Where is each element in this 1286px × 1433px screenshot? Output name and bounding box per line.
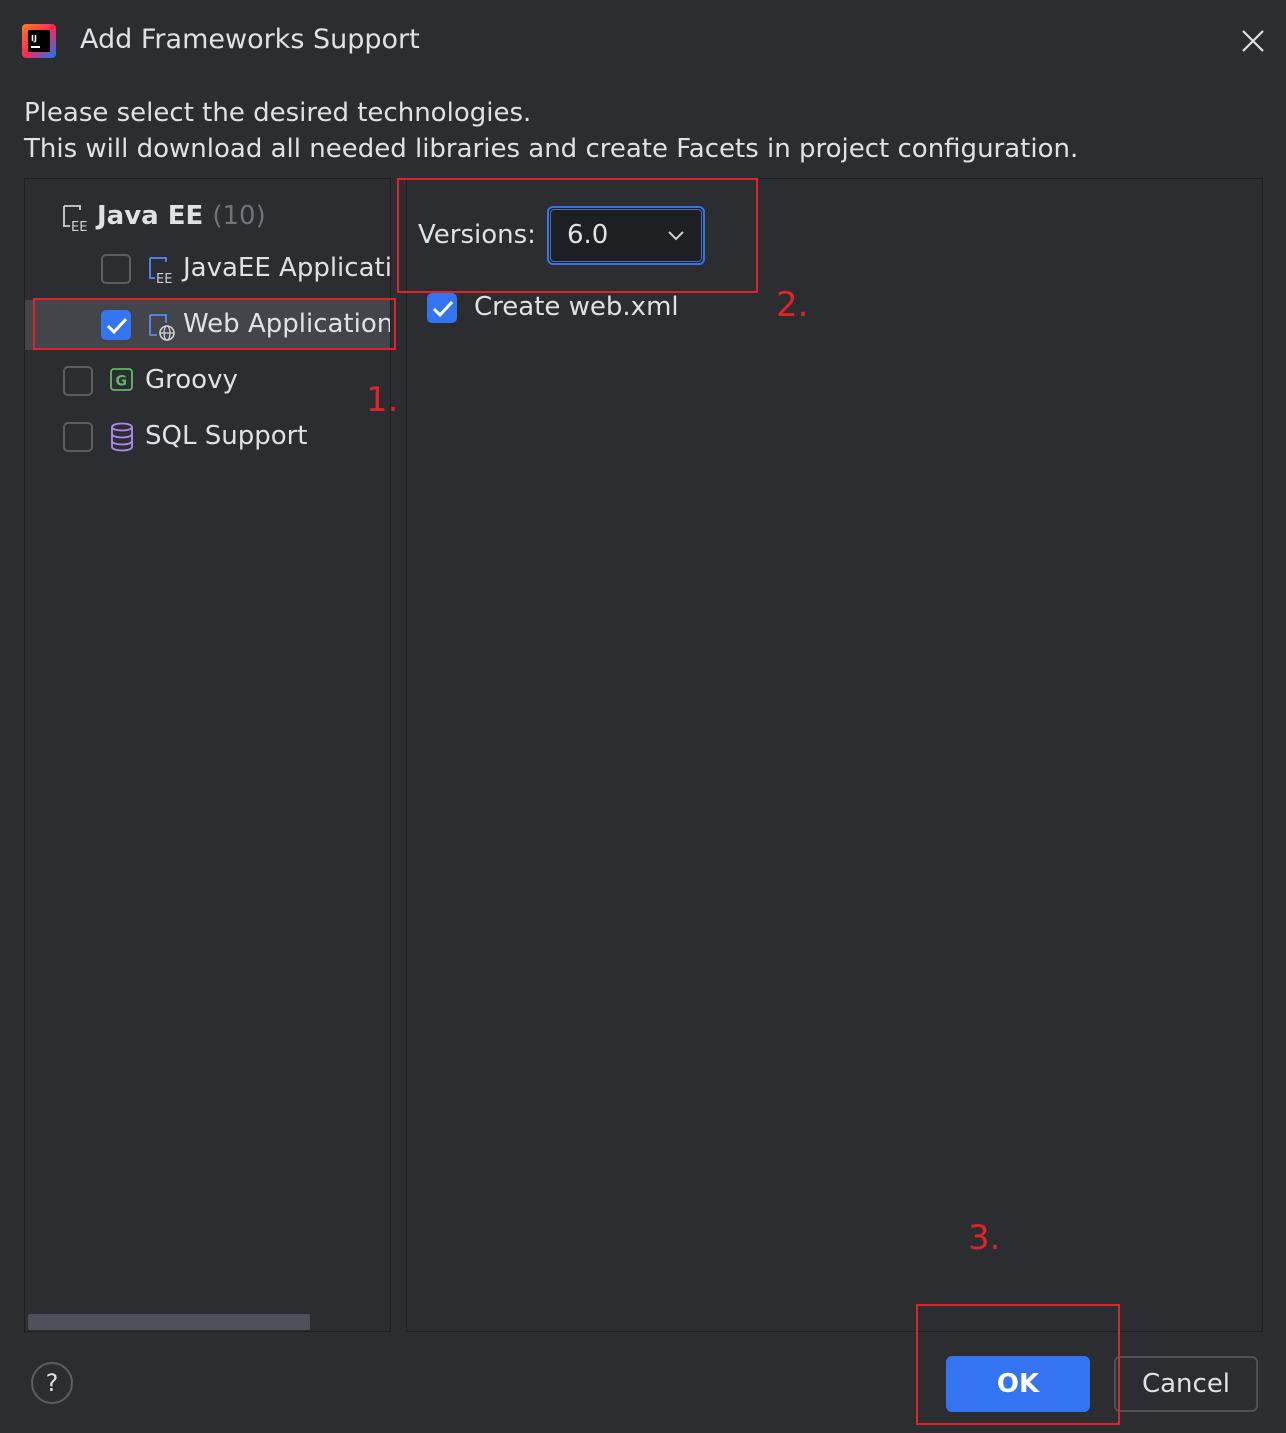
tree-group-label: Java EE (10) bbox=[97, 201, 266, 231]
javaee-application-label: JavaEE Applicatio bbox=[183, 253, 391, 283]
annotation-step-1: 1. bbox=[366, 380, 399, 420]
annotation-step-3: 3. bbox=[968, 1218, 1001, 1258]
tree-group-count: (10) bbox=[212, 201, 266, 231]
annotation-box-1 bbox=[33, 298, 396, 350]
horizontal-scrollbar-thumb[interactable] bbox=[28, 1314, 310, 1330]
database-icon bbox=[109, 422, 135, 456]
javaee-application-checkbox[interactable] bbox=[101, 254, 131, 284]
cancel-button[interactable]: Cancel bbox=[1114, 1356, 1258, 1412]
sql-support-label: SQL Support bbox=[145, 421, 308, 451]
description-line-2: This will download all needed libraries … bbox=[24, 134, 1079, 164]
groovy-icon: G bbox=[109, 367, 135, 397]
create-webxml-label: Create web.xml bbox=[474, 292, 679, 322]
javaee-app-icon: EE bbox=[147, 255, 177, 289]
help-icon: ? bbox=[45, 1369, 59, 1397]
frameworks-tree[interactable]: EE Java EE (10) EE JavaEE Applicatio Web… bbox=[24, 178, 391, 1332]
dialog-title: Add Frameworks Support bbox=[80, 24, 420, 55]
annotation-box-2 bbox=[397, 178, 758, 293]
svg-text:EE: EE bbox=[156, 272, 172, 285]
annotation-box-3 bbox=[916, 1304, 1120, 1425]
groovy-checkbox[interactable] bbox=[63, 366, 93, 396]
create-webxml-checkbox[interactable] bbox=[427, 293, 457, 323]
svg-text:IJ: IJ bbox=[31, 34, 37, 43]
svg-text:G: G bbox=[116, 374, 128, 390]
tree-item-groovy[interactable]: G Groovy bbox=[25, 356, 390, 406]
framework-details-panel bbox=[406, 178, 1263, 1332]
close-icon[interactable] bbox=[1234, 22, 1272, 60]
groovy-label: Groovy bbox=[145, 365, 238, 395]
intellij-app-icon: IJ bbox=[22, 24, 56, 58]
annotation-step-2: 2. bbox=[776, 285, 809, 325]
description-line-1: Please select the desired technologies. bbox=[24, 98, 532, 128]
help-button[interactable]: ? bbox=[31, 1362, 73, 1404]
tree-item-javaee-application[interactable]: EE JavaEE Applicatio bbox=[25, 245, 390, 295]
sql-support-checkbox[interactable] bbox=[63, 422, 93, 452]
tree-group-javaee[interactable]: EE Java EE (10) bbox=[25, 191, 390, 241]
tree-item-sql-support[interactable]: SQL Support bbox=[25, 412, 390, 462]
javaee-icon: EE bbox=[62, 203, 92, 237]
svg-text:EE: EE bbox=[71, 220, 87, 233]
tree-group-name: Java EE bbox=[97, 201, 204, 231]
